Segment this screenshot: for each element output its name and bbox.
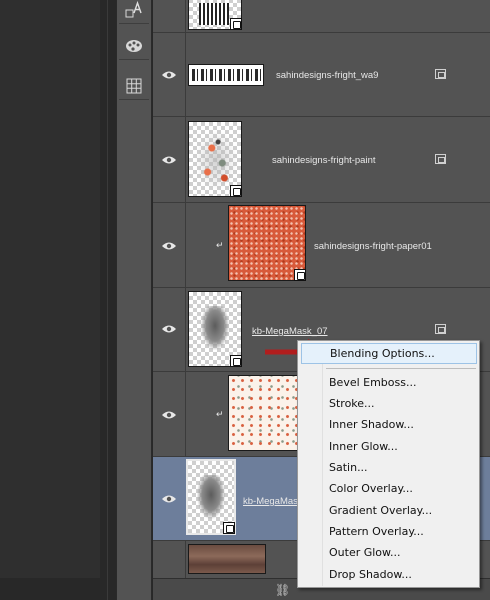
menu-separator (326, 368, 476, 369)
eye-icon[interactable] (161, 155, 177, 165)
layer-name[interactable]: sahindesigns-fright-paint (272, 155, 376, 166)
menu-item-inner-glow[interactable]: Inner Glow... (298, 436, 479, 457)
menu-item-inner-shadow[interactable]: Inner Shadow... (298, 414, 479, 435)
grid-layout-icon[interactable] (119, 72, 149, 100)
wordart-preview (199, 3, 229, 25)
canvas-area (0, 0, 108, 600)
menu-item-pattern-overlay[interactable]: Pattern Overlay... (298, 521, 479, 542)
swatches-palette-icon[interactable] (119, 32, 149, 60)
character-styles-icon[interactable] (119, 0, 149, 24)
layer-thumbnail (188, 121, 242, 197)
menu-item-gradient-overlay[interactable]: Gradient Overlay... (298, 500, 479, 521)
eye-icon[interactable] (161, 324, 177, 334)
layer-thumbnail (188, 291, 242, 367)
layer-thumbnail (228, 205, 306, 281)
mask-preview (197, 475, 225, 519)
layer-thumbnail (186, 459, 236, 535)
layer-name[interactable]: kb-MegaMask_07 (252, 326, 328, 337)
menu-item-bevel-emboss[interactable]: Bevel Emboss... (298, 372, 479, 393)
eye-icon[interactable] (161, 70, 177, 80)
menu-item-satin[interactable]: Satin... (298, 457, 479, 478)
menu-item-drop-shadow[interactable]: Drop Shadow... (298, 564, 479, 585)
layer-row[interactable]: ↵ sahindesigns-fright-paper01 (153, 203, 490, 288)
menu-item-outer-glow[interactable]: Outer Glow... (298, 542, 479, 563)
smart-object-icon (230, 355, 242, 367)
panel-icon-strip (116, 0, 152, 600)
layer-row[interactable]: sahindesigns-fright_wa9 (153, 33, 490, 117)
clipping-mask-arrow-icon: ↵ (216, 240, 224, 250)
wordart-preview (192, 69, 262, 81)
eye-icon[interactable] (161, 241, 177, 251)
link-layers-icon[interactable]: ⛓ (275, 583, 290, 597)
layer-effects-icon[interactable] (435, 154, 446, 164)
layer-effects-icon[interactable] (435, 324, 446, 334)
menu-item-stroke[interactable]: Stroke... (298, 393, 479, 414)
layer-name[interactable]: kb-MegaMas (243, 496, 298, 507)
eye-icon[interactable] (161, 410, 177, 420)
layer-name[interactable]: sahindesigns-fright_wa9 (276, 70, 378, 81)
clipping-mask-arrow-icon: ↵ (216, 409, 224, 419)
layer-effects-icon[interactable] (435, 69, 446, 79)
layer-thumbnail (188, 544, 266, 574)
layer-thumbnail (188, 64, 264, 86)
paint-preview (195, 130, 237, 190)
layer-thumbnail (228, 375, 298, 451)
layer-style-context-menu: Blending Options... Bevel Emboss... Stro… (297, 340, 480, 588)
menu-item-color-overlay[interactable]: Color Overlay... (298, 478, 479, 499)
canvas-document (0, 0, 100, 578)
smart-object-icon (223, 522, 235, 534)
smart-object-icon (230, 185, 242, 197)
eye-icon[interactable] (161, 494, 177, 504)
menu-item-blending-options[interactable]: Blending Options... (301, 343, 477, 364)
layer-row[interactable] (153, 0, 490, 33)
layer-name[interactable]: sahindesigns-fright-paper01 (314, 241, 432, 252)
layer-row[interactable]: sahindesigns-fright-paint (153, 117, 490, 203)
smart-object-icon (230, 18, 242, 30)
layer-thumbnail (188, 0, 242, 30)
mask-preview (201, 306, 229, 350)
smart-object-icon (294, 269, 306, 281)
